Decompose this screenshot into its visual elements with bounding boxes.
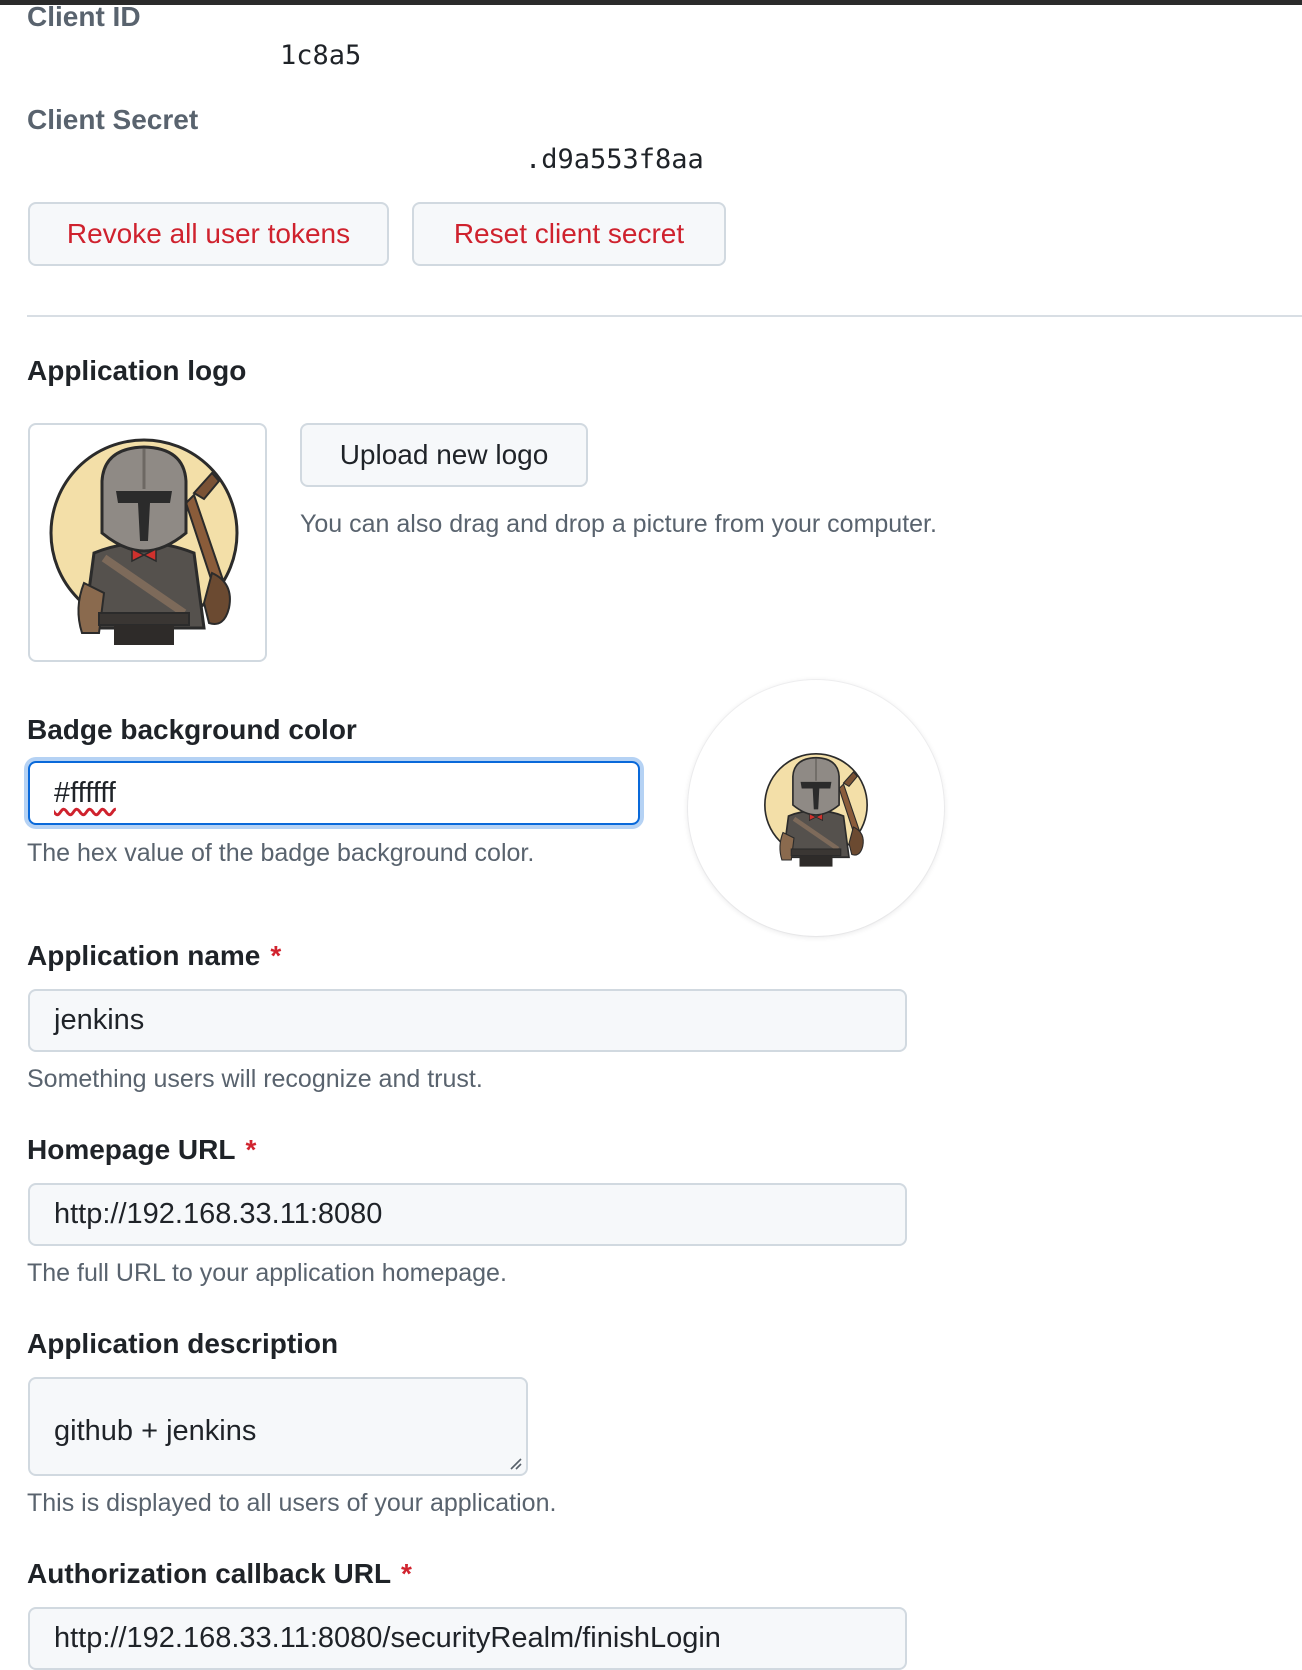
client-id-value: 1c8a5 — [280, 40, 362, 71]
window-top-edge — [0, 0, 1302, 5]
badge-avatar-icon — [761, 750, 871, 871]
badge-color-value: #ffffff — [54, 776, 116, 809]
badge-background-color-label: Badge background color — [27, 714, 357, 745]
badge-color-input[interactable]: #ffffff — [28, 761, 640, 825]
badge-preview — [688, 680, 944, 936]
required-marker: * — [245, 1134, 257, 1165]
logo-drag-drop-help: You can also drag and drop a picture fro… — [300, 510, 937, 538]
badge-color-help: The hex value of the badge background co… — [27, 839, 535, 867]
application-description-help: This is displayed to all users of your a… — [27, 1489, 557, 1517]
application-name-label: Application name * — [27, 938, 281, 974]
client-secret-label: Client Secret — [27, 104, 199, 135]
mandalorian-avatar-icon — [44, 433, 244, 653]
callback-url-label: Authorization callback URL * — [27, 1556, 412, 1592]
application-description-value: github + jenkins — [54, 1415, 257, 1447]
homepage-url-value: http://192.168.33.11:8080 — [54, 1198, 383, 1230]
application-description-label: Application description — [27, 1328, 339, 1359]
client-secret-value: .d9a553f8aa — [525, 144, 704, 175]
resize-handle-icon[interactable] — [508, 1456, 522, 1470]
callback-url-input[interactable]: http://192.168.33.11:8080/securityRealm/… — [28, 1607, 907, 1670]
homepage-url-label-text: Homepage URL — [27, 1134, 236, 1165]
required-marker: * — [270, 940, 282, 971]
required-marker: * — [401, 1558, 412, 1589]
application-name-help: Something users will recognize and trust… — [27, 1065, 483, 1093]
homepage-url-label: Homepage URL * — [27, 1132, 256, 1168]
application-logo-label: Application logo — [27, 355, 247, 386]
callback-url-value: http://192.168.33.11:8080/securityRealm/… — [54, 1622, 721, 1654]
application-name-input[interactable]: jenkins — [28, 989, 907, 1052]
upload-new-logo-button[interactable]: Upload new logo — [300, 423, 588, 487]
application-name-value: jenkins — [54, 1004, 145, 1036]
callback-url-label-text: Authorization callback URL — [27, 1558, 392, 1589]
homepage-url-help: The full URL to your application homepag… — [27, 1259, 507, 1287]
section-divider — [27, 315, 1302, 317]
revoke-all-tokens-button[interactable]: Revoke all user tokens — [28, 202, 389, 266]
application-description-textarea[interactable]: github + jenkins — [28, 1377, 528, 1476]
reset-client-secret-button[interactable]: Reset client secret — [412, 202, 726, 266]
homepage-url-input[interactable]: http://192.168.33.11:8080 — [28, 1183, 907, 1246]
application-name-label-text: Application name — [27, 940, 261, 971]
client-id-label: Client ID — [27, 1, 141, 32]
application-logo-preview — [28, 423, 267, 662]
